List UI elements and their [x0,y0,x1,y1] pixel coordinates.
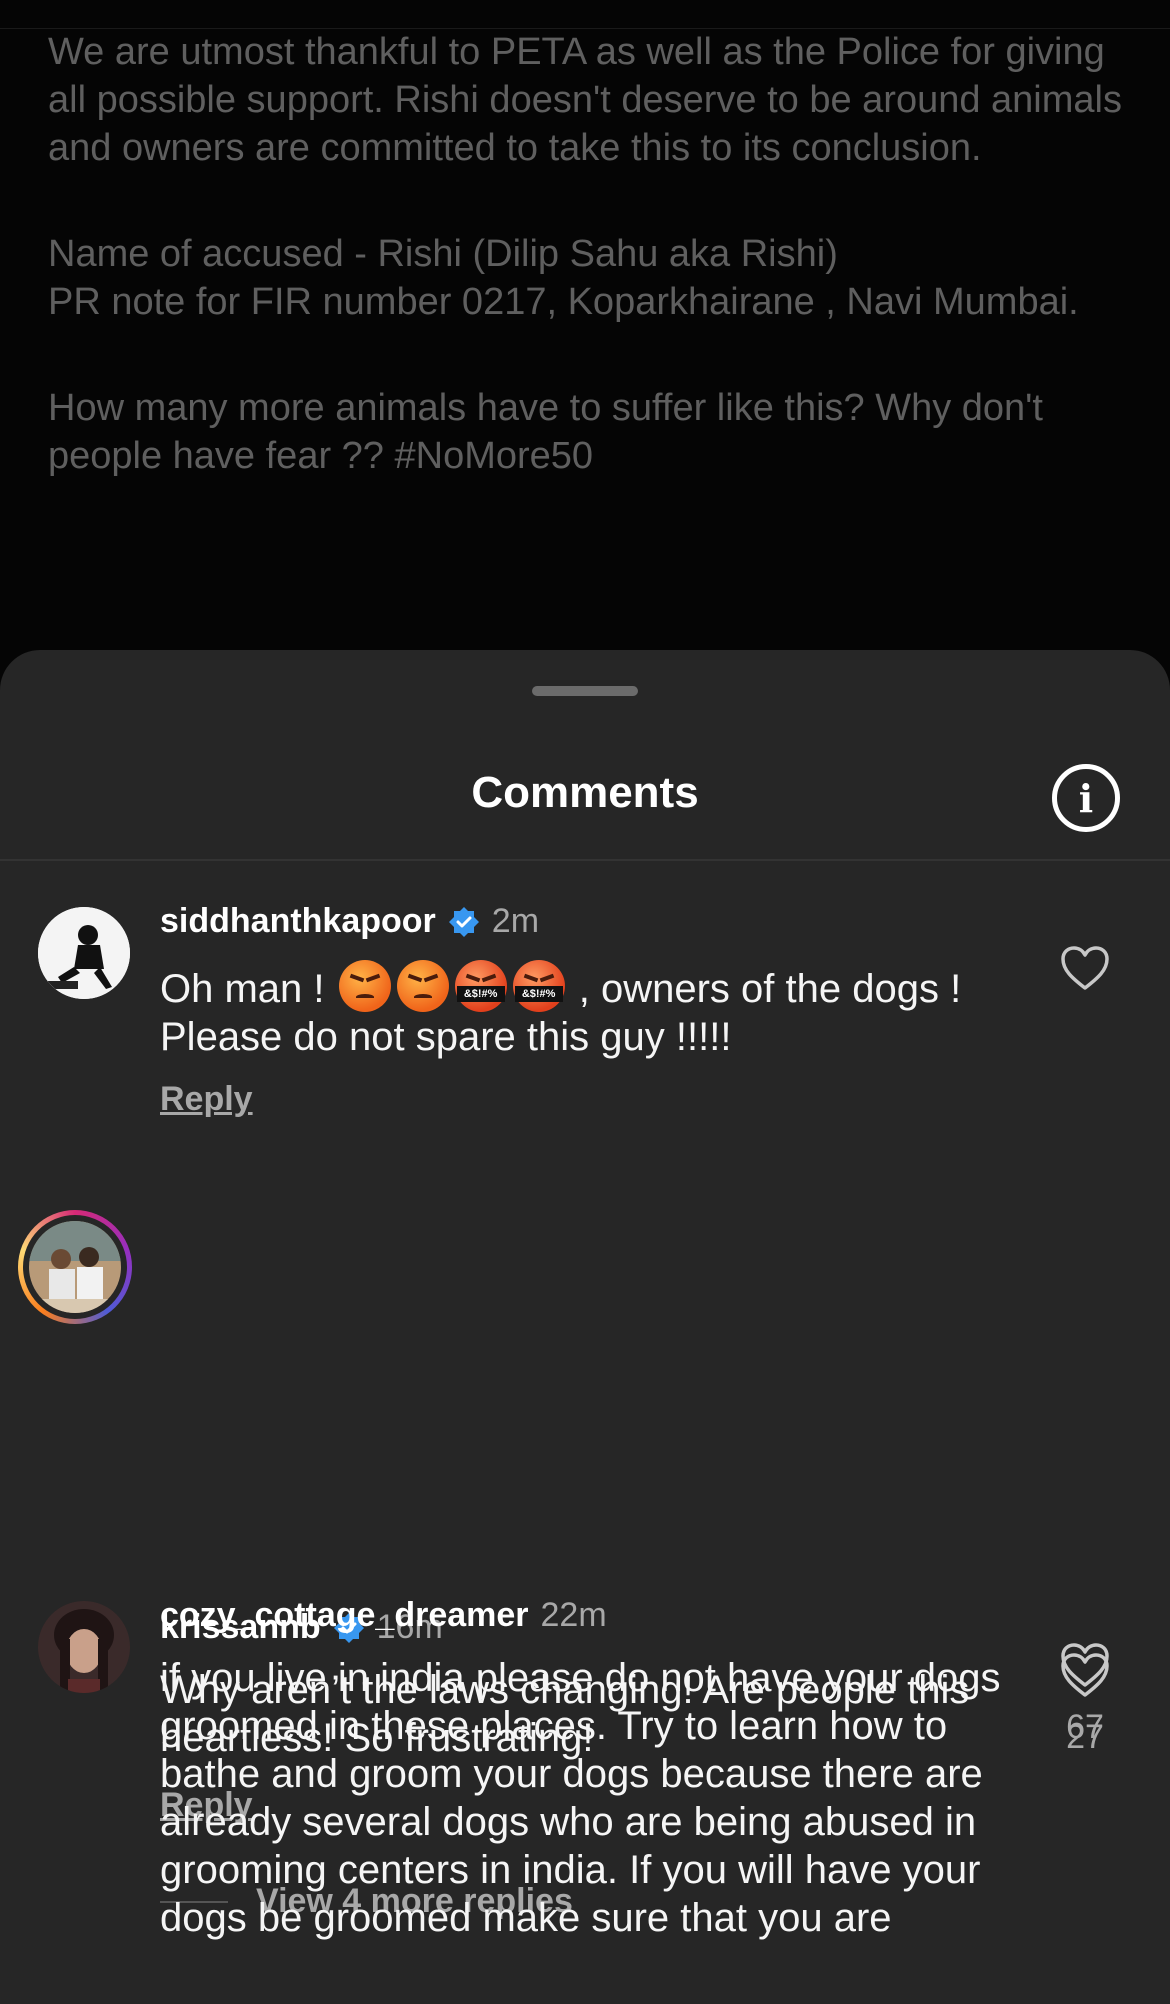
comments-sheet: Comments i siddhanthkapoor 2m Oh man ! &… [0,650,1170,2004]
like-count: 67 [1066,1708,1104,1746]
heart-icon[interactable] [1060,1642,1110,1688]
caption-paragraph: Name of accused - Rishi (Dilip Sahu aka … [48,233,1079,323]
username[interactable]: cozy_cottage_dreamer [160,1596,529,1635]
username[interactable]: siddhanthkapoor [160,902,436,941]
comment-header: cozy_cottage_dreamer 22m [160,1596,607,1635]
comment-text: Oh man ! &$!#% &$!#% , owners of the dogs… [160,960,1020,1061]
post-caption: We are utmost thankful to PETA as well a… [48,28,1128,538]
caption-paragraph: We are utmost thankful to PETA as well a… [48,31,1122,169]
caption-paragraph: How many more animals have to suffer lik… [48,387,1043,477]
sheet-grabber[interactable] [532,686,638,696]
cursing-face-icon: &$!#% [512,960,565,1012]
angry-face-icon [338,960,391,1012]
angry-face-icon [396,960,449,1012]
sheet-divider [0,859,1170,861]
reply-button[interactable]: Reply [160,1080,253,1119]
avatar[interactable] [18,1210,132,1324]
comment-text: if you live in india please do not have … [160,1656,1001,1940]
sheet-title: Comments [471,768,699,817]
comment-time: 22m [540,1596,607,1634]
comment-time: 2m [491,902,540,940]
avatar[interactable] [38,1601,130,1693]
avatar[interactable] [38,907,130,999]
comment-text-part: Oh man ! [160,967,325,1011]
comment-header: siddhanthkapoor 2m [160,902,539,941]
cursing-face-icon: &$!#% [454,960,507,1012]
heart-icon[interactable] [1060,945,1110,991]
verified-badge-icon [448,906,480,938]
info-icon[interactable]: i [1052,764,1120,832]
